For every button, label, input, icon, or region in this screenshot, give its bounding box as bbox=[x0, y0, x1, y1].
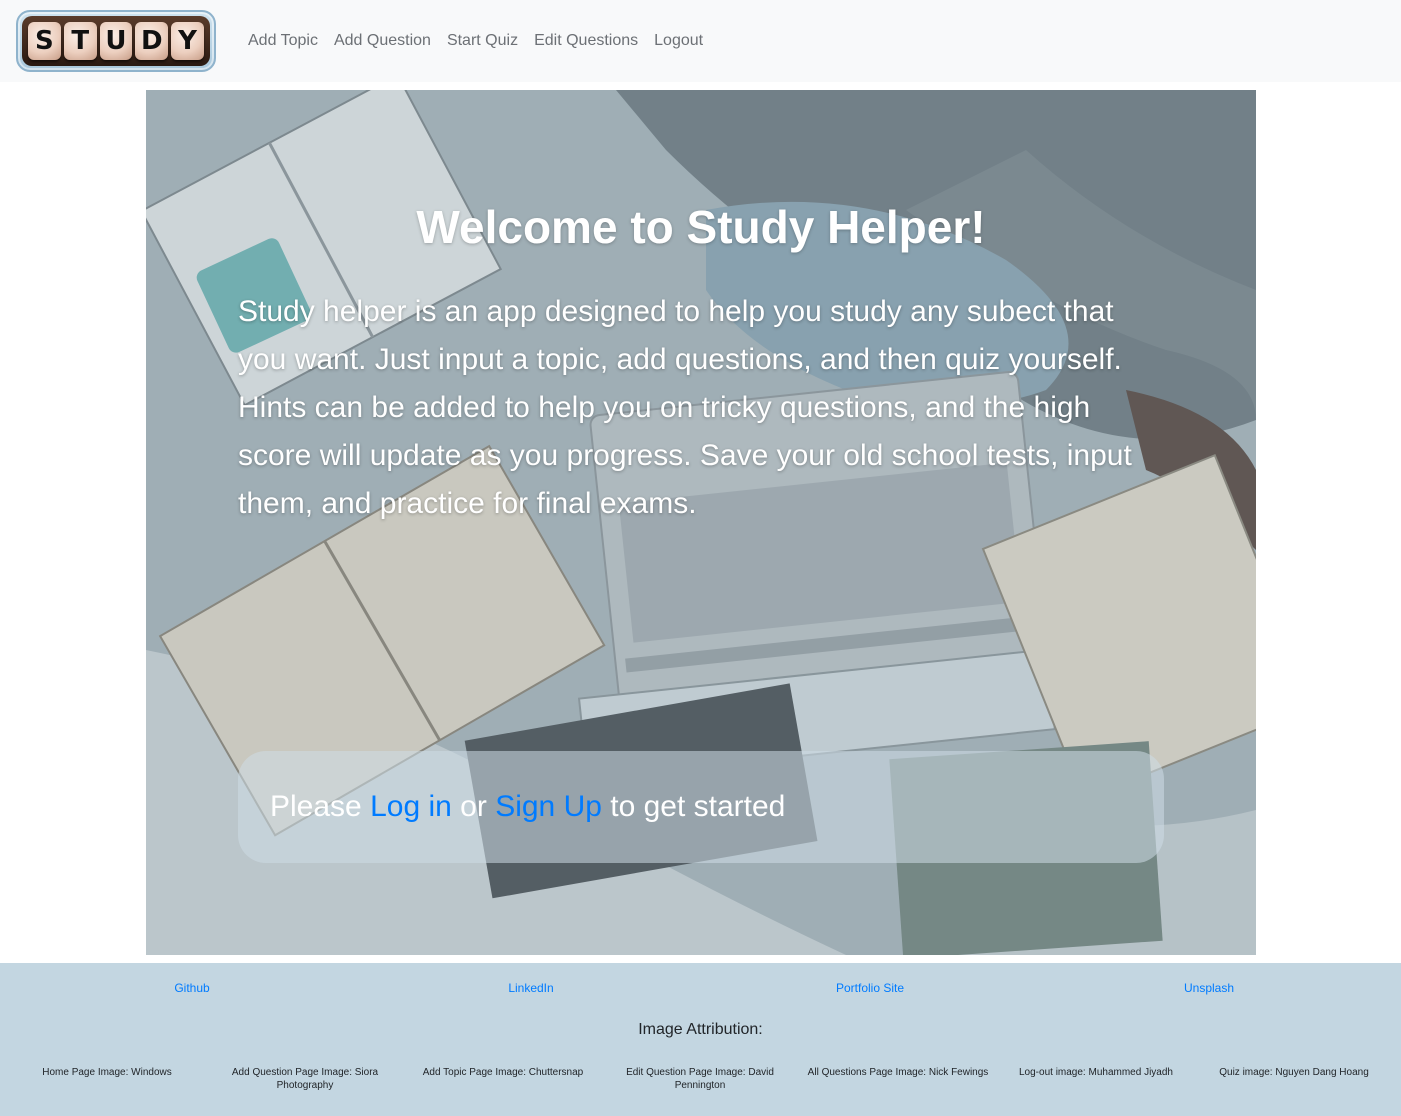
page-title: Welcome to Study Helper! bbox=[416, 201, 986, 253]
footer-portfolio-link[interactable]: Portfolio Site bbox=[836, 981, 904, 995]
nav-add-topic-link[interactable]: Add Topic bbox=[240, 32, 326, 50]
nav-links: Add Topic Add Question Start Quiz Edit Q… bbox=[240, 32, 711, 50]
signup-link[interactable]: Sign Up bbox=[495, 790, 602, 823]
logo-tiles: S T U D Y bbox=[22, 16, 210, 66]
image-credit: Home Page Image: Windows bbox=[42, 1067, 172, 1078]
nav-logout-link[interactable]: Logout bbox=[646, 32, 711, 50]
nav-start-quiz-link[interactable]: Start Quiz bbox=[439, 32, 526, 50]
footer-unsplash-link[interactable]: Unsplash bbox=[1184, 981, 1234, 995]
nav-add-question-link[interactable]: Add Question bbox=[326, 32, 439, 50]
footer-linkedin-link[interactable]: LinkedIn bbox=[508, 981, 553, 995]
image-credit: Log-out image: Muhammed Jiyadh bbox=[1019, 1067, 1173, 1078]
image-credit: Quiz image: Nguyen Dang Hoang bbox=[1219, 1067, 1369, 1078]
logo-tile: S bbox=[28, 22, 61, 60]
cta-suffix: to get started bbox=[601, 790, 786, 823]
footer: Github LinkedIn Portfolio Site Unsplash … bbox=[0, 963, 1401, 1116]
login-link[interactable]: Log in bbox=[370, 790, 452, 823]
logo-tile: U bbox=[99, 22, 133, 60]
image-credit: Add Topic Page Image: Chuttersnap bbox=[422, 1067, 584, 1078]
get-started-text: Please Log in or Sign Up to get started bbox=[270, 790, 785, 824]
image-credit: All Questions Page Image: Nick Fewings bbox=[807, 1067, 989, 1078]
image-credit: Add Question Page Image: Siora Photograp… bbox=[231, 1067, 379, 1091]
image-credit: Edit Question Page Image: David Penningt… bbox=[626, 1067, 774, 1091]
study-logo[interactable]: S T U D Y bbox=[16, 10, 216, 72]
cta-prefix: Please bbox=[270, 790, 371, 823]
hero-section: Welcome to Study Helper! Study helper is… bbox=[146, 90, 1256, 955]
logo-tile: Y bbox=[171, 22, 204, 60]
navbar: S T U D Y Add Topic Add Question Start Q… bbox=[0, 0, 1401, 82]
logo-tile: T bbox=[63, 22, 97, 60]
get-started-box: Please Log in or Sign Up to get started bbox=[238, 751, 1164, 863]
cta-middle: or bbox=[451, 790, 496, 823]
footer-github-link[interactable]: Github bbox=[174, 981, 209, 995]
app-description: Study helper is an app designed to help … bbox=[238, 295, 1132, 520]
logo-tile: D bbox=[135, 22, 169, 60]
image-attribution-heading: Image Attribution: bbox=[638, 1021, 763, 1038]
nav-edit-questions-link[interactable]: Edit Questions bbox=[526, 32, 646, 50]
